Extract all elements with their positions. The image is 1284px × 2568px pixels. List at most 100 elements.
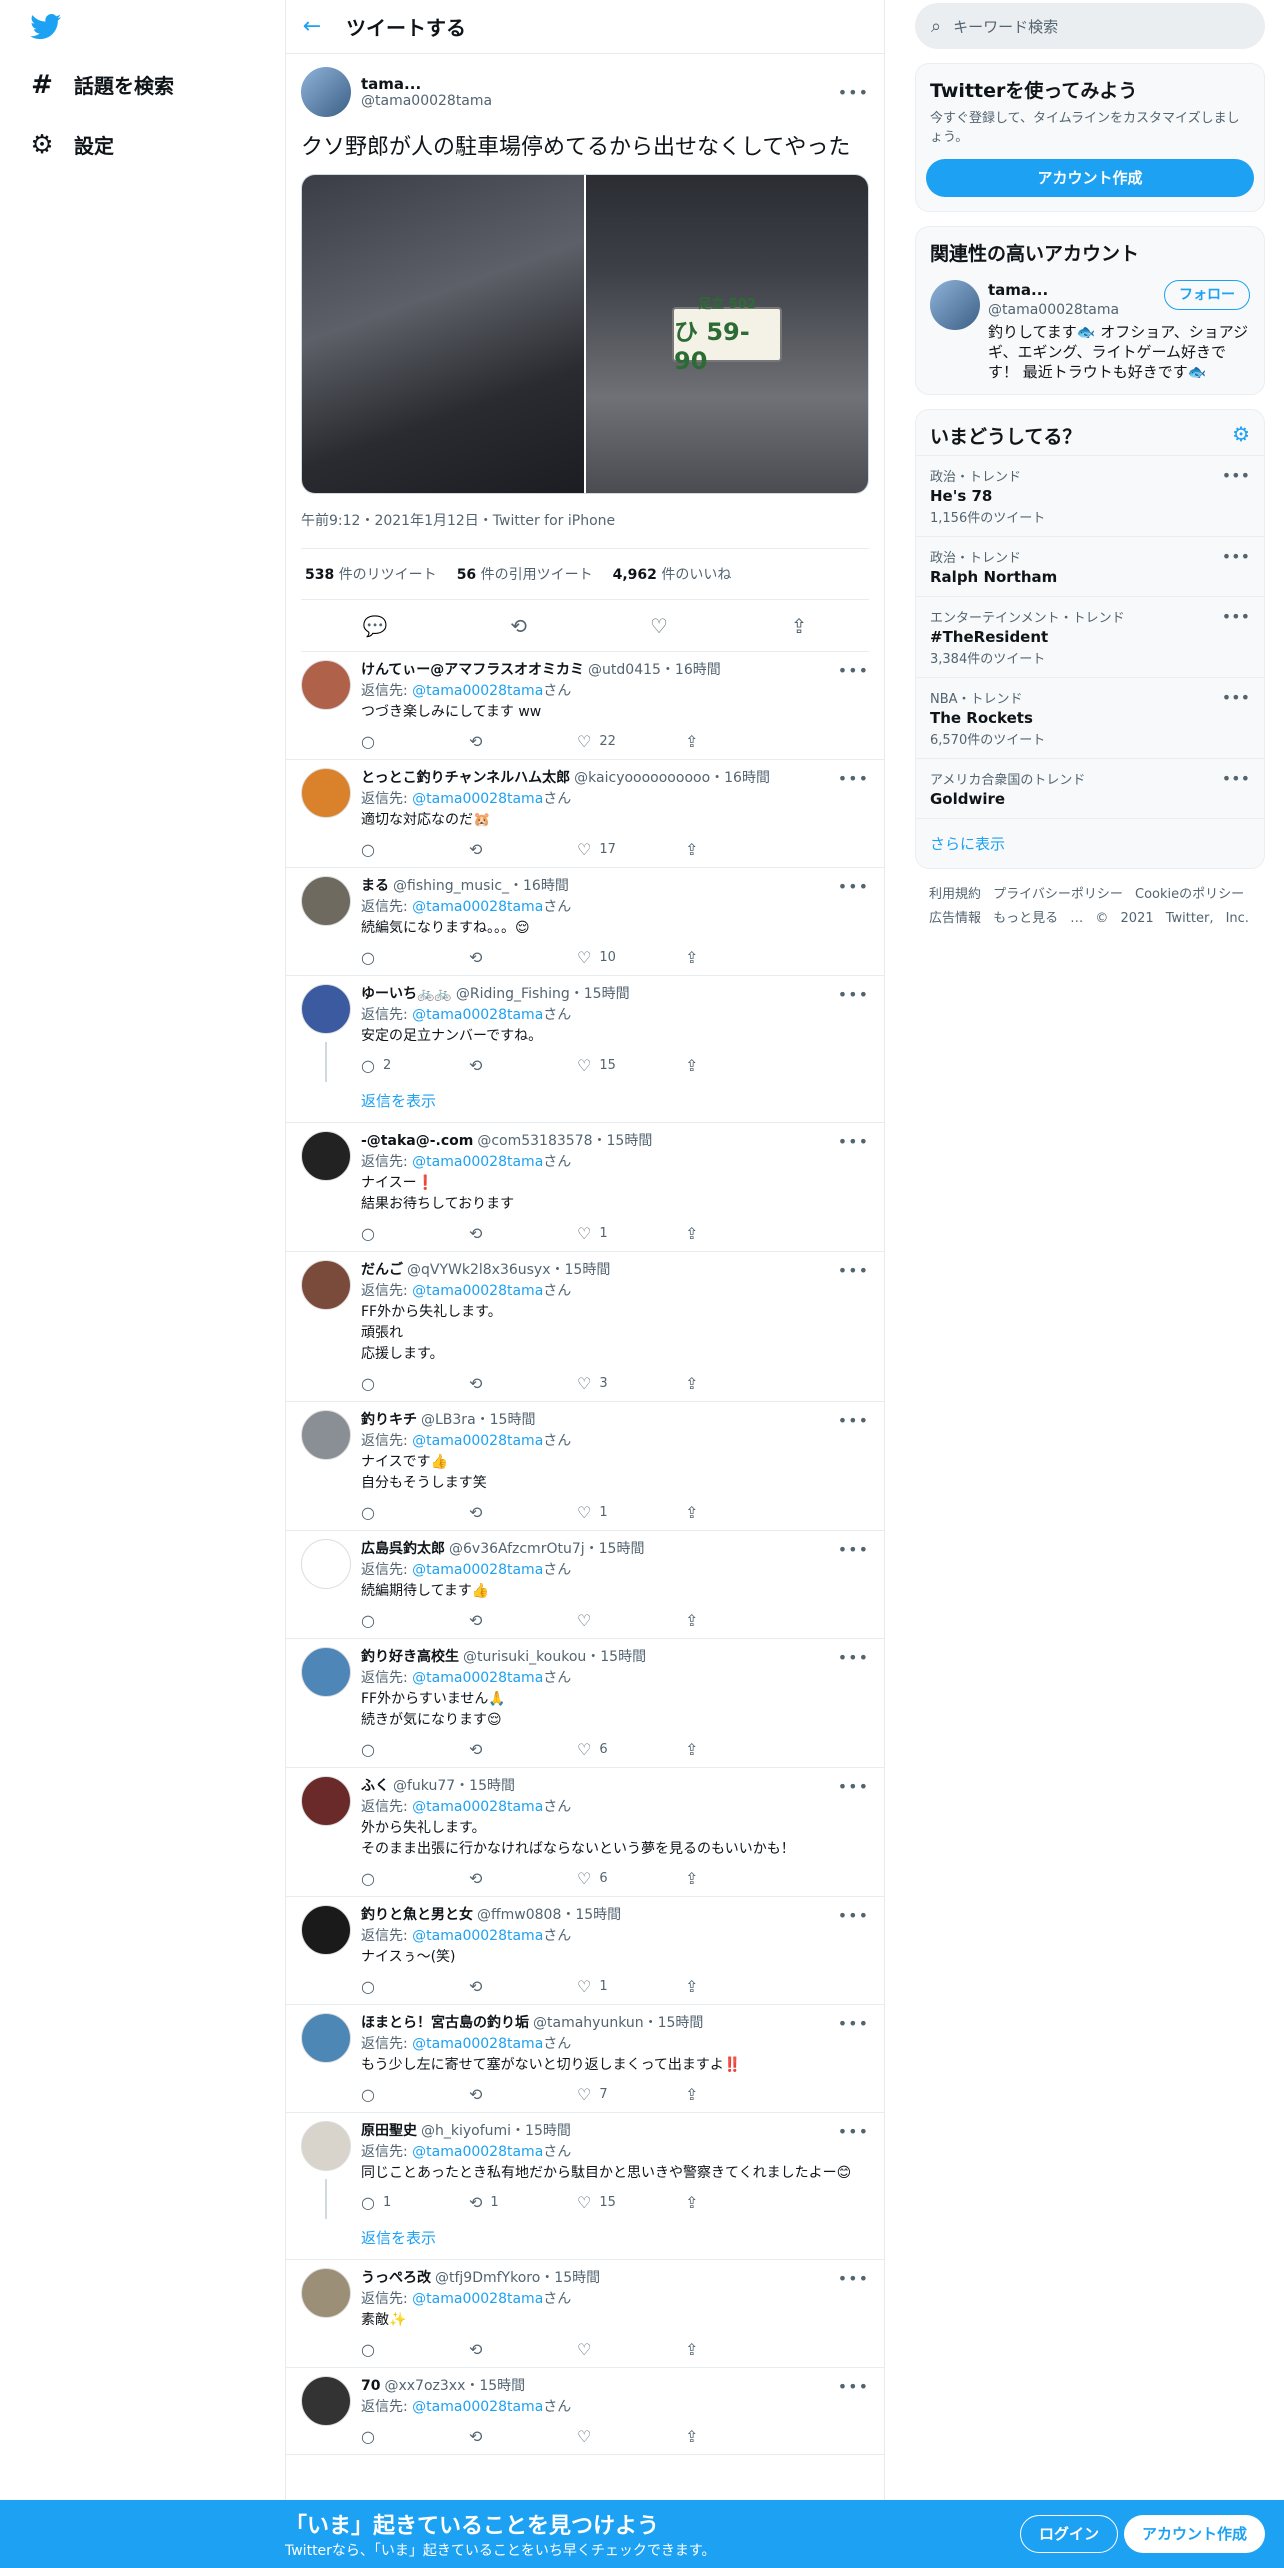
reply-author[interactable]: 広島呉釣太郎 [361, 1539, 445, 1560]
tweet-meta[interactable]: 午前9:12・2021年1月12日・Twitter for iPhone [301, 510, 869, 532]
more-icon[interactable]: ••• [838, 1539, 869, 1560]
nav-settings[interactable]: ⚙ 設定 [28, 130, 114, 160]
share-button[interactable]: ⇪ [685, 1502, 793, 1523]
like-button[interactable]: ♡ 1 [577, 1976, 685, 1997]
reply-handle[interactable]: @h_kiyofumi・15時間 [421, 2121, 571, 2142]
reply-to-link[interactable]: @tama00028tama [412, 899, 543, 915]
reply-button[interactable]: ○ [361, 2426, 469, 2447]
trend-item[interactable]: 政治・トレンド Ralph Northam ••• [916, 536, 1264, 596]
avatar[interactable] [301, 67, 351, 117]
like-stat[interactable]: 4,962 件のいいね [613, 564, 732, 584]
reply-button[interactable]: ○ [361, 1223, 469, 1244]
like-button[interactable]: ♡ 1 [577, 1502, 685, 1523]
reply-tweet[interactable]: 釣りキチ @LB3ra・15時間 ••• 返信先: @tama00028tamaさんナ… [286, 1402, 884, 1531]
retweet-button[interactable]: ⟲ [469, 1373, 577, 1394]
share-icon[interactable]: ⇪ [791, 614, 808, 638]
avatar[interactable] [301, 1131, 351, 1181]
more-icon[interactable]: ••• [838, 768, 869, 789]
share-button[interactable]: ⇪ [685, 839, 793, 860]
retweet-button[interactable]: ⟲ [469, 1976, 577, 1997]
more-icon[interactable]: ••• [838, 2121, 869, 2142]
reply-button[interactable]: ○ [361, 1868, 469, 1889]
reply-button[interactable]: ○ [361, 2339, 469, 2360]
twitter-logo-icon[interactable] [30, 14, 62, 40]
reply-author[interactable]: けんてぃー@アマフラスオオミカミ [361, 660, 584, 681]
more-icon[interactable]: ••• [1222, 688, 1250, 707]
reply-handle[interactable]: @com53183578・15時間 [477, 1131, 652, 1152]
avatar[interactable] [301, 660, 351, 710]
gear-icon[interactable]: ⚙ [1232, 422, 1250, 446]
avatar[interactable] [301, 1776, 351, 1826]
retweet-button[interactable]: ⟲ [469, 1223, 577, 1244]
like-icon[interactable]: ♡ [650, 614, 668, 638]
reply-handle[interactable]: @fishing_music_・16時間 [393, 876, 569, 897]
search-input[interactable]: ⌕ キーワード検索 [915, 3, 1265, 49]
more-icon[interactable]: ••• [1222, 466, 1250, 485]
reply-author[interactable]: 原田聖史 [361, 2121, 417, 2142]
share-button[interactable]: ⇪ [685, 1055, 793, 1076]
license-plate-photo[interactable]: 足立 502 ひ 59-90 [586, 175, 868, 493]
more-icon[interactable]: ••• [1222, 769, 1250, 788]
reply-to-link[interactable]: @tama00028tama [412, 791, 543, 807]
reply-author[interactable]: まる [361, 876, 389, 897]
reply-tweet[interactable]: ふく @fuku77・15時間 ••• 返信先: @tama00028tamaさん 外か… [286, 1768, 884, 1897]
reply-handle[interactable]: @kaicyoooooooooo・16時間 [574, 768, 770, 789]
retweet-button[interactable]: ⟲ [469, 1502, 577, 1523]
reply-tweet[interactable]: 釣り好き高校生 @turisuki_koukou・15時間 ••• 返信先: @tam… [286, 1639, 884, 1768]
reply-handle[interactable]: @utd0415・16時間 [588, 660, 721, 681]
reply-author[interactable]: ふく [361, 1776, 389, 1797]
avatar[interactable] [301, 1647, 351, 1697]
reply-handle[interactable]: @ffmw0808・15時間 [477, 1905, 621, 1926]
share-button[interactable]: ⇪ [685, 2426, 793, 2447]
avatar[interactable] [301, 876, 351, 926]
reply-tweet[interactable]: とっとこ釣りチャンネルハム太郎 @kaicyoooooooooo・16時間 ••• 返… [286, 760, 884, 868]
share-button[interactable]: ⇪ [685, 2084, 793, 2105]
reply-button[interactable]: ○ [361, 839, 469, 860]
reply-to-link[interactable]: @tama00028tama [412, 1283, 543, 1299]
more-icon[interactable]: ••• [838, 1776, 869, 1797]
more-icon[interactable]: ••• [838, 1647, 869, 1668]
more-icon[interactable]: ••• [838, 660, 869, 681]
avatar[interactable] [301, 2121, 351, 2171]
reply-handle[interactable]: @turisuki_koukou・15時間 [463, 1647, 646, 1668]
reply-button[interactable]: ○ [361, 1739, 469, 1760]
reply-to-link[interactable]: @tama00028tama [412, 2399, 543, 2415]
more-icon[interactable]: ••• [838, 2376, 869, 2397]
car-photo[interactable] [302, 175, 584, 493]
footer-line-2[interactable]: 広告情報 もっと見る … © 2021 Twitter, Inc. [929, 907, 1251, 931]
more-icon[interactable]: ••• [838, 2268, 869, 2289]
retweet-button[interactable]: ⟲ [469, 1739, 577, 1760]
reply-tweet[interactable]: うっぺろ改 @tfj9DmfYkoro・15時間 ••• 返信先: @tama0002… [286, 2260, 884, 2368]
reply-button[interactable]: ○ [361, 731, 469, 752]
related-account[interactable]: tama... @tama00028tama フォロー 釣りしてます🐟 オフショア… [916, 272, 1264, 394]
like-button[interactable]: ♡ 15 [577, 2192, 685, 2213]
reply-author[interactable]: とっとこ釣りチャンネルハム太郎 [361, 768, 570, 789]
retweet-button[interactable]: ⟲ [469, 947, 577, 968]
retweet-button[interactable]: ⟲ [469, 2339, 577, 2360]
like-button[interactable]: ♡ [577, 2426, 685, 2447]
reply-button[interactable]: ○ [361, 1502, 469, 1523]
reply-handle[interactable]: @tamahyunkun・15時間 [533, 2013, 703, 2034]
share-button[interactable]: ⇪ [685, 1868, 793, 1889]
retweet-button[interactable]: ⟲ [469, 2426, 577, 2447]
reply-author[interactable]: ゆーいち🚲🚲 [361, 984, 452, 1005]
avatar[interactable] [301, 1539, 351, 1589]
reply-tweet[interactable]: けんてぃー@アマフラスオオミカミ @utd0415・16時間 ••• 返信先: @ta… [286, 652, 884, 760]
footer-line-1[interactable]: 利用規約 プライバシーポリシー Cookieのポリシー [929, 883, 1251, 907]
reply-handle[interactable]: @Riding_Fishing・15時間 [456, 984, 630, 1005]
share-button[interactable]: ⇪ [685, 1610, 793, 1631]
related-name[interactable]: tama... [988, 280, 1119, 300]
like-button[interactable]: ♡ 17 [577, 839, 685, 860]
retweet-button[interactable]: ⟲ [469, 1055, 577, 1076]
avatar[interactable] [301, 2013, 351, 2063]
retweet-button[interactable]: ⟲ [469, 1610, 577, 1631]
more-icon[interactable]: ••• [838, 1260, 869, 1281]
reply-button[interactable]: ○ [361, 1610, 469, 1631]
avatar[interactable] [301, 1410, 351, 1460]
retweet-button[interactable]: ⟲ [469, 1868, 577, 1889]
like-button[interactable]: ♡ 3 [577, 1373, 685, 1394]
follow-button[interactable]: フォロー [1164, 280, 1250, 310]
reply-to-link[interactable]: @tama00028tama [412, 1670, 543, 1686]
avatar[interactable] [930, 280, 980, 330]
reply-to-link[interactable]: @tama00028tama [412, 1154, 543, 1170]
